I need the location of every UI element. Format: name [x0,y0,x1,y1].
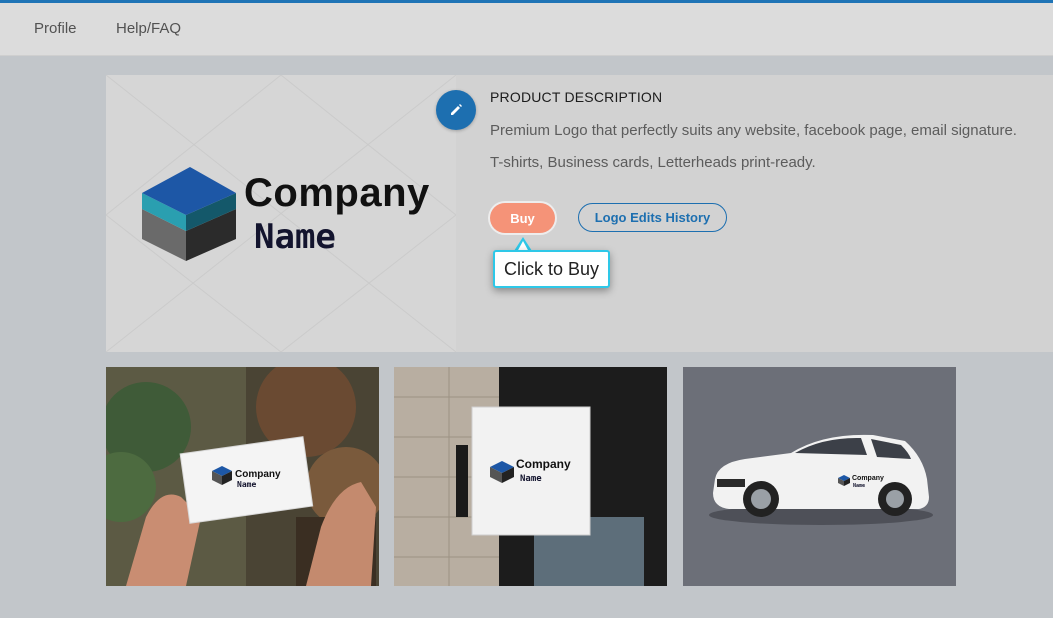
logo-name-text: Name [254,217,336,257]
edit-logo-button[interactable] [436,90,476,130]
cube-logo-icon [142,167,236,261]
nav-item-help-faq[interactable]: Help/FAQ [116,20,181,37]
car-mockup-company-text: Company [852,475,884,482]
click-to-buy-tooltip: Click to Buy [493,250,610,288]
business-card-mockup-image: Company Name [106,367,379,586]
logo-edits-history-button[interactable]: Logo Edits History [578,203,727,232]
buy-button[interactable]: Buy [490,203,555,233]
top-navigation: Profile Help/FAQ [0,3,1053,56]
car-mockup-image: Company Name [683,367,956,586]
pencil-icon [451,104,462,115]
product-description-heading: PRODUCT DESCRIPTION [490,89,663,105]
hanging-sign-mockup-image: Company Name [394,367,667,586]
logo-company-text: Company [244,171,430,215]
product-card: Company Name PRODUCT DESCRIPTION Premium… [106,75,1053,352]
product-description-line-1: Premium Logo that perfectly suits any we… [490,122,1017,139]
card-mockup-company-text: Company [235,469,281,480]
nav-item-profile[interactable]: Profile [34,20,77,37]
sign-mockup-company-text: Company [516,457,571,471]
car-mockup[interactable]: Company Name [683,367,956,586]
hanging-sign-mockup[interactable]: Company Name [394,367,667,586]
car-mockup-name-text: Name [853,483,865,489]
card-mockup-name-text: Name [237,480,256,489]
business-card-mockup[interactable]: Company Name [106,367,379,586]
product-description-line-2: T-shirts, Business cards, Letterheads pr… [490,154,816,171]
logo-preview: Company Name [106,75,456,352]
sign-mockup-name-text: Name [520,474,542,484]
